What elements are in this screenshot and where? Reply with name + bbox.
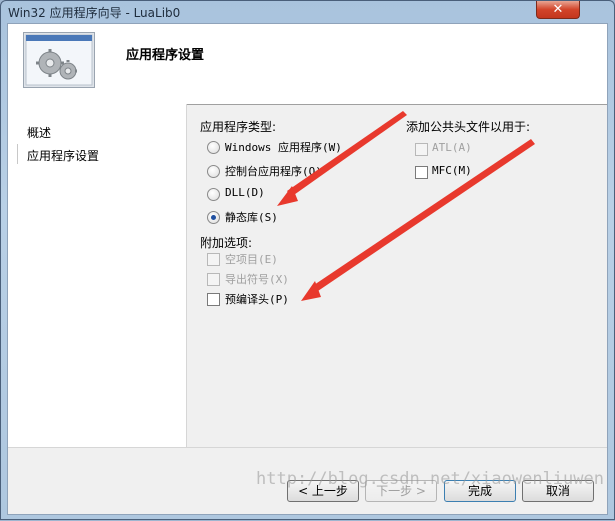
annotation-arrows: [277, 111, 535, 301]
arrow-to-static-lib: [277, 111, 407, 206]
wizard-window: Win32 应用程序向导 - LuaLib0 ✕ 应用程序设置 概述 应用程序设…: [0, 0, 615, 520]
